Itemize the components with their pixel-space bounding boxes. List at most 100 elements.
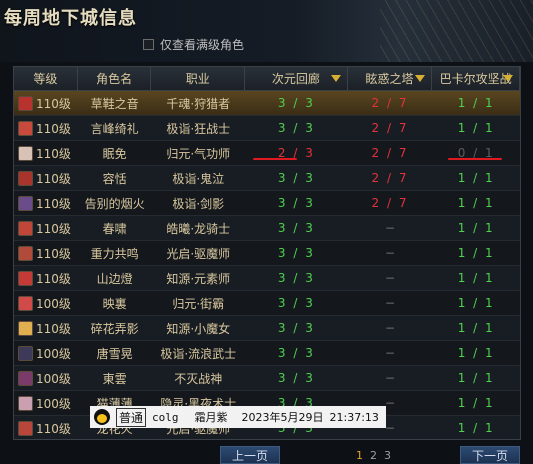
job-cell: 知源·小魔女 xyxy=(166,321,231,336)
avatar xyxy=(18,170,33,186)
bakal-cell: 1 / 1 xyxy=(457,296,495,310)
table-row[interactable]: 110级 春啸 皓曦·龙骑士 3 / 3 − 1 / 1 xyxy=(14,216,520,241)
avatar xyxy=(18,295,33,311)
header-decoration xyxy=(380,0,533,62)
bakal-cell: 1 / 1 xyxy=(457,96,495,110)
bakal-cell: 1 / 1 xyxy=(457,121,495,135)
username: colg xyxy=(152,410,179,424)
max-level-checkbox[interactable] xyxy=(143,39,154,50)
table-row[interactable]: 110级 告别的烟火 极诣·剑影 3 / 3 2 / 7 1 / 1 xyxy=(14,191,520,216)
col-job-header[interactable]: 职业 xyxy=(151,67,246,90)
tower-cell: − xyxy=(384,371,396,385)
name-cell: 唐雪晃 xyxy=(96,346,133,361)
name-cell: 映裏 xyxy=(102,296,127,311)
level-cell: 110级 xyxy=(14,416,78,439)
col-dimension-label: 次元回廊 xyxy=(271,72,320,86)
sort-arrow-icon[interactable] xyxy=(330,75,341,82)
col-tower-header[interactable]: 眩惑之塔 xyxy=(348,67,433,90)
character-name: 霜月紫 xyxy=(194,411,228,424)
table-row[interactable]: 100级 東雲 不灭战神 3 / 3 − 1 / 1 xyxy=(14,366,520,391)
level-text: 110级 xyxy=(36,421,71,436)
avatar xyxy=(18,245,33,261)
level-text: 100级 xyxy=(36,371,71,386)
col-tower-label: 眩惑之塔 xyxy=(365,72,414,86)
avatar xyxy=(18,320,33,336)
bakal-cell: 0 / 1 xyxy=(457,146,495,160)
col-dimension-header[interactable]: 次元回廊 xyxy=(245,67,348,90)
sort-arrow-icon[interactable] xyxy=(415,75,426,82)
bakal-cell: 1 / 1 xyxy=(457,371,495,385)
table-row[interactable]: 110级 山边燈 知源·元素师 3 / 3 − 1 / 1 xyxy=(14,266,520,291)
level-text: 110级 xyxy=(36,246,71,261)
level-cell: 110级 xyxy=(14,141,78,165)
tower-cell: − xyxy=(384,296,396,310)
table-row[interactable]: 100级 唐雪晃 极诣·流浪武士 3 / 3 − 1 / 1 xyxy=(14,341,520,366)
level-cell: 110级 xyxy=(14,216,78,240)
level-cell: 100级 xyxy=(14,291,78,315)
table-row[interactable]: 110级 重力共鸣 光启·驱魔师 3 / 3 − 1 / 1 xyxy=(14,241,520,266)
avatar xyxy=(18,345,33,361)
avatar xyxy=(18,120,33,136)
sort-arrow-icon[interactable] xyxy=(503,75,513,82)
job-cell: 极诣·流浪武士 xyxy=(160,346,237,361)
table-row[interactable]: 100级 映裏 归元·街霸 3 / 3 − 1 / 1 xyxy=(14,291,520,316)
col-level-label: 等级 xyxy=(33,72,58,86)
level-cell: 100级 xyxy=(14,391,78,415)
table-row[interactable]: 110级 容恬 极诣·鬼泣 3 / 3 2 / 7 1 / 1 xyxy=(14,166,520,191)
prev-page-button[interactable]: 上一页 xyxy=(220,446,280,464)
col-bakal-header[interactable]: 巴卡尔攻坚战 xyxy=(432,67,520,90)
name-cell: 容恬 xyxy=(102,171,127,186)
tower-cell: − xyxy=(384,321,396,335)
level-text: 100级 xyxy=(36,296,71,311)
col-name-label: 角色名 xyxy=(96,72,133,86)
channel-tag[interactable]: 普通 xyxy=(116,407,147,427)
time-text: 21:37:13 xyxy=(329,410,379,424)
bakal-cell: 1 / 1 xyxy=(457,196,495,210)
job-cell: 千魂·狩猎者 xyxy=(166,96,231,111)
page-3-link[interactable]: 3 xyxy=(384,449,391,462)
level-text: 110级 xyxy=(36,121,71,136)
level-text: 100级 xyxy=(36,396,71,411)
chat-status-bar: 普通 colg 霜月紫 2023年5月29日 21:37:13 xyxy=(90,406,386,428)
level-cell: 110级 xyxy=(14,241,78,265)
table-row[interactable]: 110级 言峰绮礼 极诣·狂战士 3 / 3 2 / 7 1 / 1 xyxy=(14,116,520,141)
col-level-header[interactable]: 等级 xyxy=(14,67,78,90)
dimension-cell: 3 / 3 xyxy=(277,96,315,110)
name-cell: 草鞋之音 xyxy=(90,96,139,111)
next-page-button[interactable]: 下一页 xyxy=(460,446,520,464)
avatar xyxy=(18,370,33,386)
dimension-cell: 3 / 3 xyxy=(277,196,315,210)
level-cell: 110级 xyxy=(14,166,78,190)
job-cell: 极诣·鬼泣 xyxy=(172,171,225,186)
tower-cell: − xyxy=(384,246,396,260)
tower-cell: 2 / 7 xyxy=(371,96,409,110)
table-row[interactable]: 110级 碎花弄影 知源·小魔女 3 / 3 − 1 / 1 xyxy=(14,316,520,341)
level-cell: 100级 xyxy=(14,366,78,390)
dimension-cell: 3 / 3 xyxy=(277,371,315,385)
pagination: 上一页 1 2 3 下一页 xyxy=(0,444,533,464)
avatar xyxy=(18,195,33,211)
page-1-link[interactable]: 1 xyxy=(356,449,363,462)
level-text: 110级 xyxy=(36,171,71,186)
level-cell: 110级 xyxy=(14,266,78,290)
tower-cell: 2 / 7 xyxy=(371,171,409,185)
bakal-cell: 1 / 1 xyxy=(457,171,495,185)
table-row[interactable]: 110级 眠免 归元·气功师 2 / 3 2 / 7 0 / 1 xyxy=(14,141,520,166)
level-cell: 100级 xyxy=(14,341,78,365)
avatar xyxy=(18,220,33,236)
max-level-filter[interactable]: 仅查看满级角色 xyxy=(143,36,244,53)
table-body: 110级 草鞋之音 千魂·狩猎者 3 / 32 / 71 / 1 110级 言峰绮礼 极诣·… xyxy=(14,91,520,439)
max-level-filter-label: 仅查看满级角色 xyxy=(160,38,245,52)
level-cell: 110级 xyxy=(14,191,78,215)
red-annotation-underline xyxy=(448,158,502,160)
tower-cell: − xyxy=(384,271,396,285)
page-2-link[interactable]: 2 xyxy=(370,449,377,462)
job-cell: 极诣·剑影 xyxy=(172,196,225,211)
table-row[interactable]: 110级 草鞋之音 千魂·狩猎者 3 / 3 2 / 7 1 / 1 xyxy=(14,91,520,116)
name-cell: 東雲 xyxy=(102,371,127,386)
level-text: 110级 xyxy=(36,321,71,336)
col-name-header[interactable]: 角色名 xyxy=(78,67,152,90)
dimension-cell: 2 / 3 xyxy=(277,146,315,160)
qq-penguin-icon xyxy=(94,409,110,425)
dimension-cell: 3 / 3 xyxy=(277,221,315,235)
